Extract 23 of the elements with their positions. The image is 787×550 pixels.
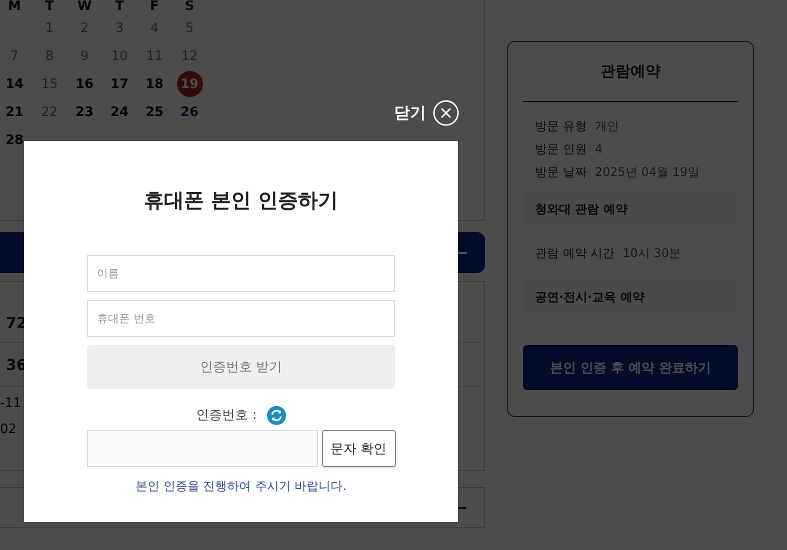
close-icon bbox=[433, 100, 459, 126]
weekday-label: S bbox=[184, 0, 196, 14]
confirm-button[interactable]: 문자 확인 bbox=[322, 430, 396, 467]
date-text: -11 bbox=[0, 395, 22, 413]
weekday-label: T bbox=[44, 0, 55, 14]
refresh-icon[interactable] bbox=[266, 406, 286, 424]
weekday-label: M bbox=[7, 0, 22, 14]
phone-field[interactable]: 휴대폰 번호 bbox=[87, 300, 395, 337]
weekday-label: W bbox=[76, 0, 93, 14]
code-label: 인증번호 : bbox=[196, 407, 257, 424]
name-field[interactable]: 이름 bbox=[87, 255, 395, 292]
detail-label: 방문 날짜 bbox=[535, 164, 587, 181]
weekday-label: F bbox=[149, 0, 160, 14]
close-button[interactable]: 닫기 bbox=[394, 100, 459, 126]
detail-label: 방문 인원 bbox=[535, 141, 587, 158]
date-text: 02 bbox=[0, 421, 17, 439]
dialog-title: 휴대폰 본인 인증하기 bbox=[144, 187, 338, 214]
weekday-label: T bbox=[114, 0, 125, 14]
code-field[interactable] bbox=[86, 430, 318, 467]
notice-text: 본인 인증을 진행하여 주시기 바랍니다. bbox=[135, 478, 347, 495]
detail-label: 방문 유형 bbox=[535, 118, 587, 135]
detail-label: 관람 예약 시간 bbox=[535, 244, 615, 262]
request-code-button[interactable]: 인증번호 받기 bbox=[87, 345, 395, 389]
